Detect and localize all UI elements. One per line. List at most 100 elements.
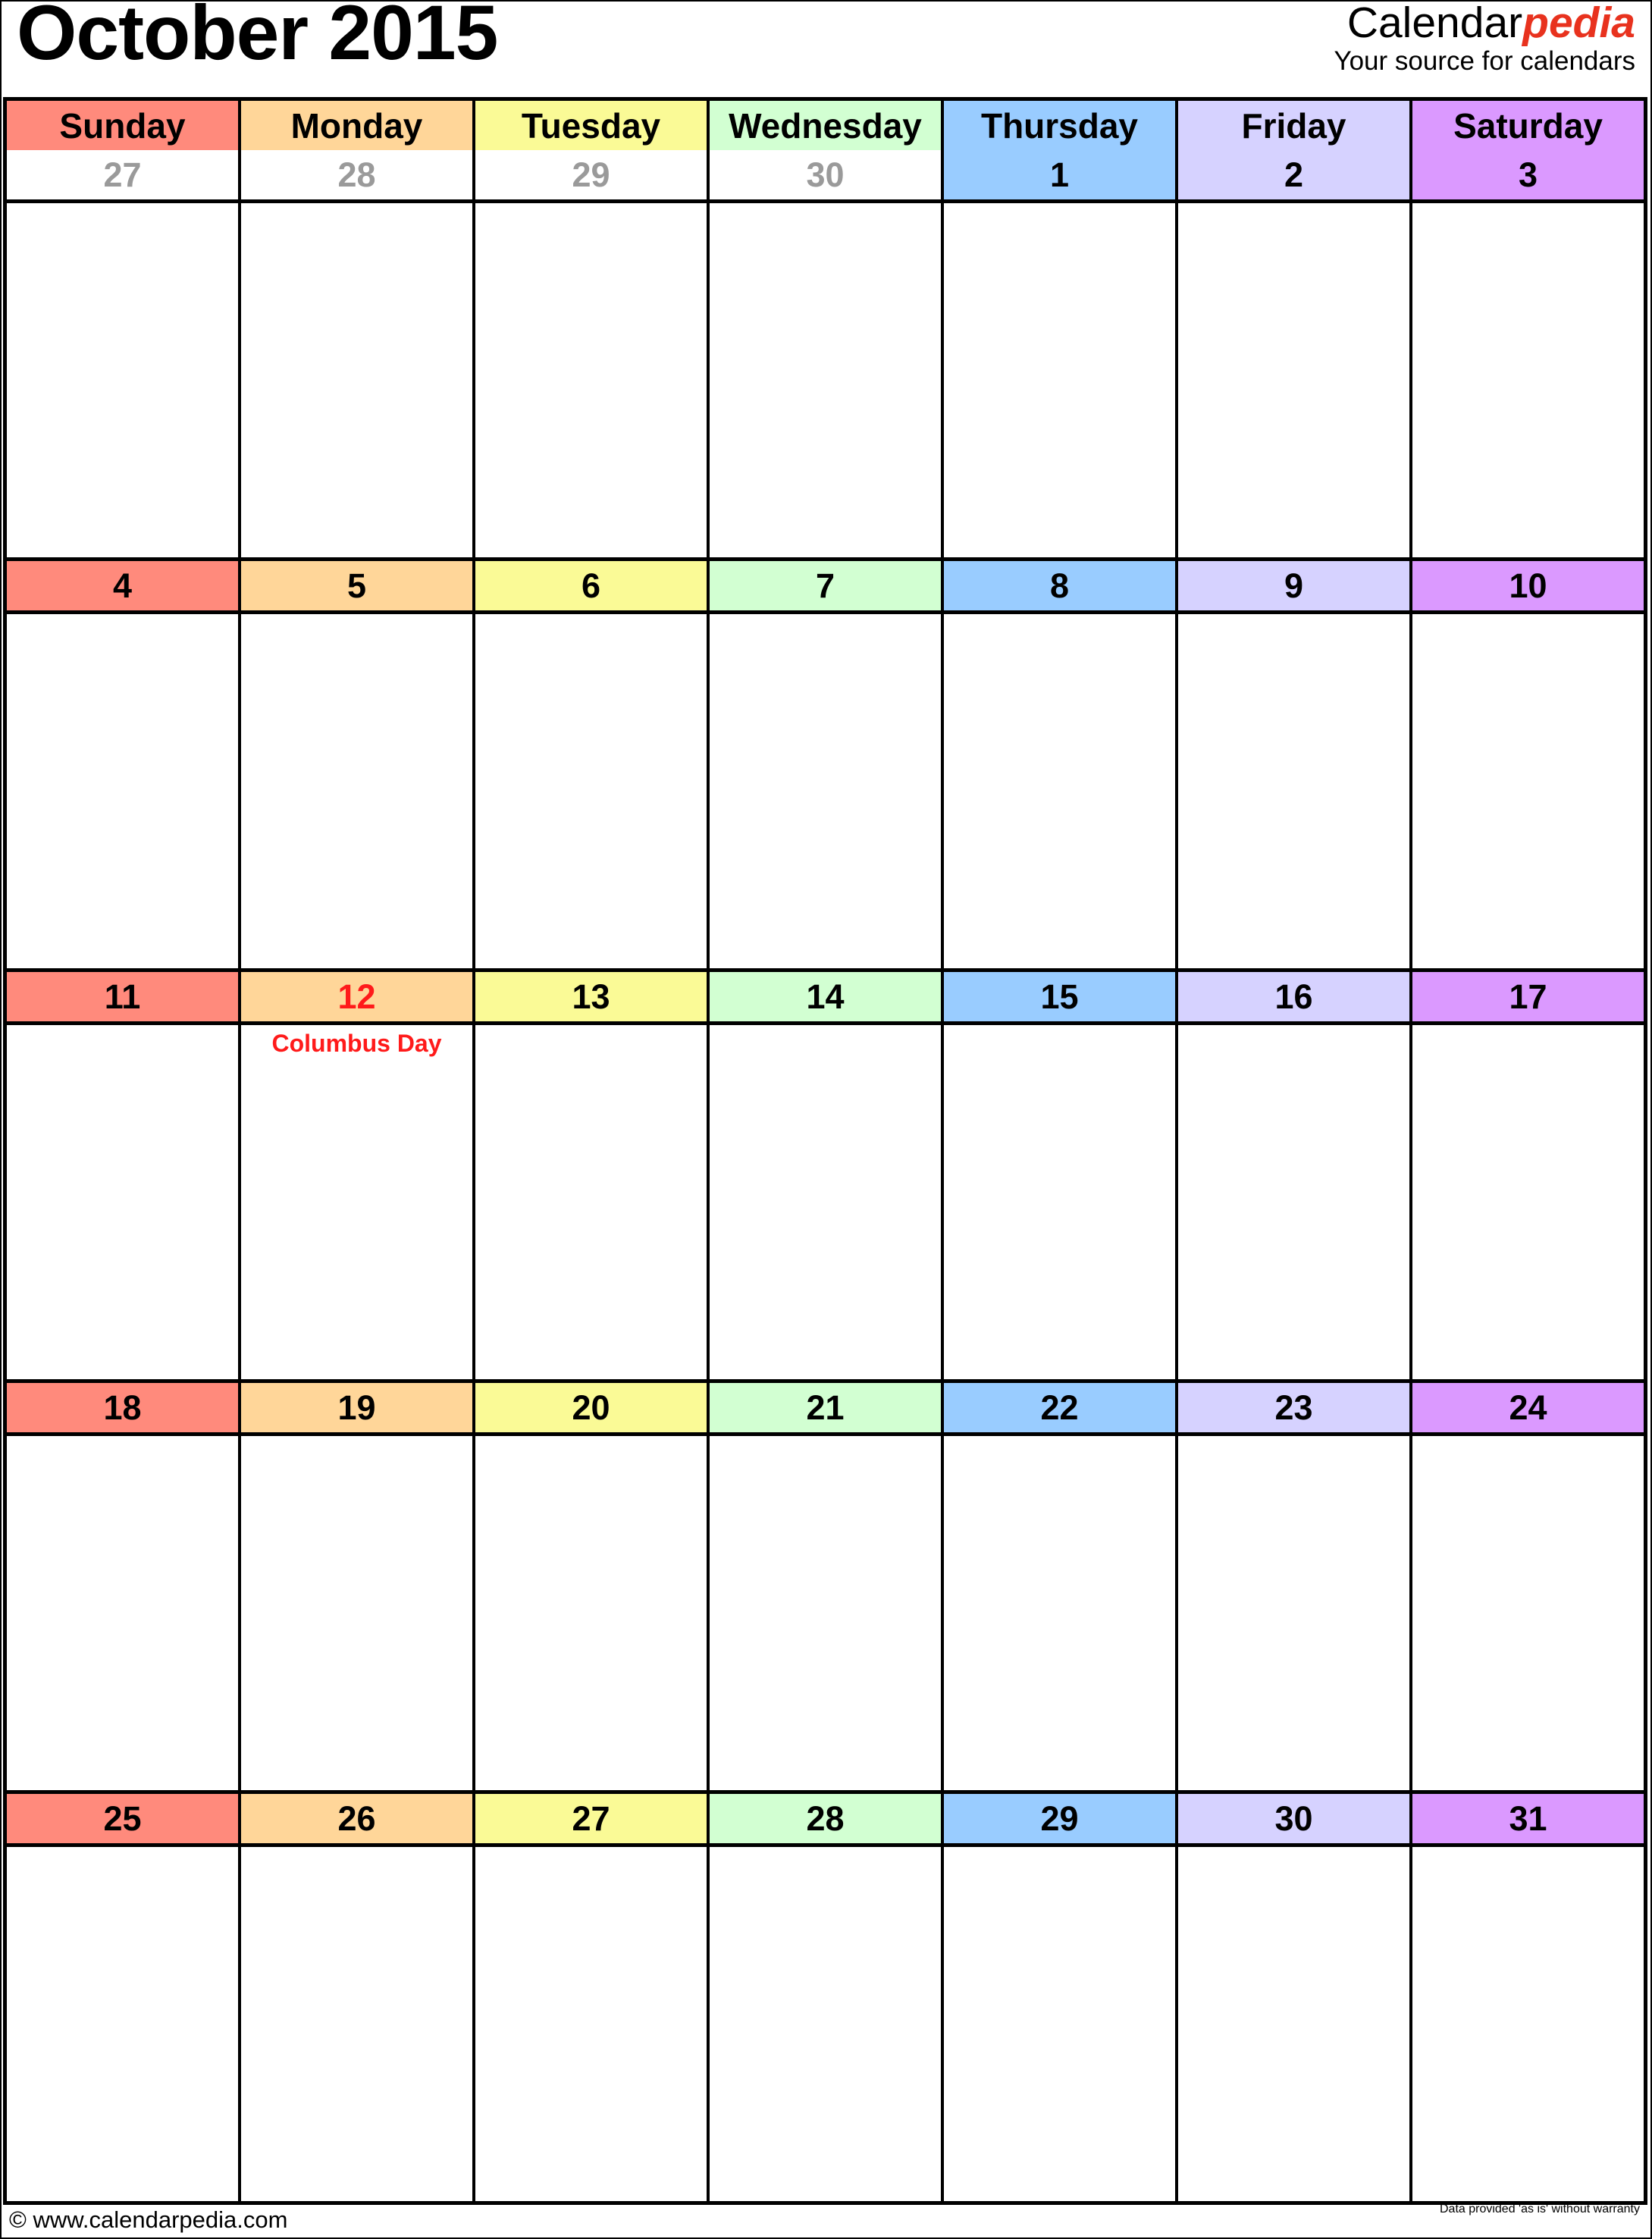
day-cell[interactable]	[1412, 1847, 1644, 2205]
date-number: 14	[710, 972, 944, 1021]
day-cells-row: Columbus Day	[7, 1025, 1644, 1383]
weekday-header-monday: Monday	[241, 101, 475, 150]
day-cell[interactable]	[710, 1025, 944, 1379]
day-cell[interactable]	[710, 1847, 944, 2205]
day-cell[interactable]	[7, 1436, 241, 1790]
day-cell[interactable]	[475, 614, 710, 968]
date-number: 20	[475, 1383, 710, 1432]
date-number: 18	[7, 1383, 241, 1432]
day-cell[interactable]	[944, 614, 1178, 968]
date-number: 8	[944, 561, 1178, 610]
holiday-label: Columbus Day	[271, 1030, 442, 1057]
day-cell[interactable]	[241, 1436, 475, 1790]
date-number: 4	[7, 561, 241, 610]
week-row: 27 28 29 30 1 2 3	[7, 150, 1644, 561]
date-number: 6	[475, 561, 710, 610]
weekday-header-wednesday: Wednesday	[710, 101, 944, 150]
footer-copyright[interactable]: © www.calendarpedia.com	[9, 2206, 287, 2234]
date-number: 29	[944, 1794, 1178, 1843]
day-cell[interactable]	[475, 1436, 710, 1790]
week-row: 11 12 13 14 15 16 17 Columbus Day	[7, 972, 1644, 1383]
date-number: 17	[1412, 972, 1644, 1021]
date-number: 22	[944, 1383, 1178, 1432]
date-number: 30	[1178, 1794, 1412, 1843]
date-number-row: 11 12 13 14 15 16 17	[7, 972, 1644, 1025]
day-cell[interactable]	[1412, 1436, 1644, 1790]
date-number: 9	[1178, 561, 1412, 610]
weekday-header-saturday: Saturday	[1412, 101, 1644, 150]
day-cell[interactable]	[1178, 1436, 1412, 1790]
day-cell[interactable]	[7, 1025, 241, 1379]
date-number: 21	[710, 1383, 944, 1432]
date-number-other-month: 27	[7, 150, 241, 199]
date-number: 2	[1178, 150, 1412, 199]
day-cell[interactable]	[7, 1847, 241, 2205]
calendarpedia-logo[interactable]: Calendarpedia Your source for calendars	[1334, 0, 1635, 76]
week-row: 25 26 27 28 29 30 31	[7, 1794, 1644, 2205]
date-number: 13	[475, 972, 710, 1021]
day-cell[interactable]	[241, 203, 475, 557]
weekday-header-tuesday: Tuesday	[475, 101, 710, 150]
footer-disclaimer: Data provided 'as is' without warranty	[1439, 2203, 1640, 2215]
day-cell[interactable]	[1178, 1025, 1412, 1379]
day-cell[interactable]	[1178, 1847, 1412, 2205]
date-number: 7	[710, 561, 944, 610]
date-number: 10	[1412, 561, 1644, 610]
date-number: 27	[475, 1794, 710, 1843]
day-cell[interactable]	[475, 203, 710, 557]
weekday-header-friday: Friday	[1178, 101, 1412, 150]
day-cell[interactable]	[710, 614, 944, 968]
day-cell[interactable]	[475, 1847, 710, 2205]
date-number: 11	[7, 972, 241, 1021]
month-grid: Sunday Monday Tuesday Wednesday Thursday Frid…	[3, 97, 1647, 2205]
day-cell[interactable]: Columbus Day	[241, 1025, 475, 1379]
week-row: 18 19 20 21 22 23 24	[7, 1383, 1644, 1794]
day-cell[interactable]	[944, 1436, 1178, 1790]
logo-tagline: Your source for calendars	[1334, 46, 1635, 76]
day-cell[interactable]	[1178, 203, 1412, 557]
day-cell[interactable]	[710, 1436, 944, 1790]
date-number: 3	[1412, 150, 1644, 199]
date-number: 19	[241, 1383, 475, 1432]
date-number-other-month: 28	[241, 150, 475, 199]
logo-brand-accent: pedia	[1522, 0, 1635, 47]
date-number-other-month: 30	[710, 150, 944, 199]
page-title: October 2015	[17, 0, 498, 76]
day-cell[interactable]	[475, 1025, 710, 1379]
week-row: 4 5 6 7 8 9 10	[7, 561, 1644, 972]
day-cell[interactable]	[7, 203, 241, 557]
day-cells-row	[7, 203, 1644, 561]
day-cells-row	[7, 614, 1644, 972]
date-number: 15	[944, 972, 1178, 1021]
date-number-other-month: 29	[475, 150, 710, 199]
date-number-row: 18 19 20 21 22 23 24	[7, 1383, 1644, 1436]
day-cells-row	[7, 1436, 1644, 1794]
day-cell[interactable]	[1412, 203, 1644, 557]
date-number: 5	[241, 561, 475, 610]
date-number: 1	[944, 150, 1178, 199]
logo-brand-main: Calendar	[1346, 0, 1523, 47]
weekday-header-sunday: Sunday	[7, 101, 241, 150]
day-cell[interactable]	[1412, 1025, 1644, 1379]
date-number-row: 4 5 6 7 8 9 10	[7, 561, 1644, 614]
day-cell[interactable]	[241, 1847, 475, 2205]
date-number: 26	[241, 1794, 475, 1843]
day-cells-row	[7, 1847, 1644, 2205]
date-number: 24	[1412, 1383, 1644, 1432]
date-number: 31	[1412, 1794, 1644, 1843]
date-number: 25	[7, 1794, 241, 1843]
date-number-row: 25 26 27 28 29 30 31	[7, 1794, 1644, 1847]
weekday-header-thursday: Thursday	[944, 101, 1178, 150]
day-cell[interactable]	[710, 203, 944, 557]
day-cell[interactable]	[241, 614, 475, 968]
day-cell[interactable]	[944, 203, 1178, 557]
weekday-header-row: Sunday Monday Tuesday Wednesday Thursday Frid…	[7, 101, 1644, 154]
day-cell[interactable]	[944, 1847, 1178, 2205]
day-cell[interactable]	[7, 614, 241, 968]
date-number-row: 27 28 29 30 1 2 3	[7, 150, 1644, 203]
date-number: 16	[1178, 972, 1412, 1021]
day-cell[interactable]	[1178, 614, 1412, 968]
date-number: 23	[1178, 1383, 1412, 1432]
day-cell[interactable]	[1412, 614, 1644, 968]
day-cell[interactable]	[944, 1025, 1178, 1379]
